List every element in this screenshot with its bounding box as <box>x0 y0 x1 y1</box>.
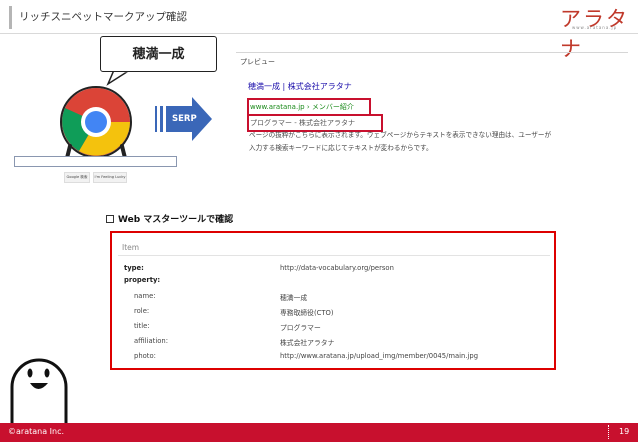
page-number: 19 <box>619 427 630 436</box>
property-key: title: <box>134 322 150 330</box>
footer-divider <box>608 425 609 439</box>
preview-description-line: ページの抜粋がこちらに表示されます。ウェブページからテキストを表示できない理由は… <box>249 131 552 139</box>
feeling-lucky-button[interactable]: I'm Feeling Lucky <box>93 172 127 183</box>
property-value: プログラマー <box>280 324 321 332</box>
property-value: http://www.aratana.jp/upload_img/member/… <box>280 352 479 360</box>
preview-label: プレビュー <box>240 58 275 66</box>
property-value: 専務取締役(CTO) <box>280 309 334 317</box>
preview-description: ページの抜粋がこちらに表示されます。ウェブページからテキストを表示できない理由は… <box>249 129 624 155</box>
structured-data-panel <box>110 231 556 370</box>
item-heading: Item <box>122 243 140 252</box>
property-key: photo: <box>134 352 156 360</box>
preview-result-url: www.aratana.jp › メンバー紹介 <box>250 103 354 111</box>
mascot-icon <box>10 358 68 423</box>
search-query-bubble: 穂満一成 <box>100 36 217 72</box>
google-search-button[interactable]: Google 検索 <box>64 172 90 183</box>
copyright-text: ©aratana Inc. <box>8 427 65 436</box>
type-value: http://data-vocabulary.org/person <box>280 264 394 272</box>
preview-result-snippet: プログラマー - 株式会社アラタナ <box>250 119 355 127</box>
property-key: name: <box>134 292 156 300</box>
title-accent-bar <box>9 6 12 29</box>
property-key: affiliation: <box>134 337 168 345</box>
header-divider <box>0 33 638 34</box>
section-heading: Web マスターツールで確認 <box>106 212 233 225</box>
footer-bar <box>0 423 638 442</box>
property-label: property: <box>124 276 161 284</box>
section-label: Web マスターツールで確認 <box>118 215 234 225</box>
property-key: role: <box>134 307 150 315</box>
checkbox-bullet-icon <box>106 214 114 223</box>
item-divider <box>118 255 550 256</box>
type-label: type: <box>124 264 144 272</box>
property-value: 株式会社アラタナ <box>280 339 335 347</box>
slide-title: リッチスニペットマークアップ確認 <box>19 11 187 23</box>
property-value: 穂満一成 <box>280 294 308 302</box>
chrome-icon <box>60 86 132 164</box>
preview-description-line: 入力する検索キーワードに応じてテキストが変わるからです。 <box>249 144 433 152</box>
preview-result-title[interactable]: 穂満一成 | 株式会社アラタナ <box>248 81 352 92</box>
search-input[interactable] <box>14 156 177 167</box>
logo-subtext: www.aratana.jp <box>572 25 618 30</box>
serp-label: SERP <box>172 114 197 124</box>
